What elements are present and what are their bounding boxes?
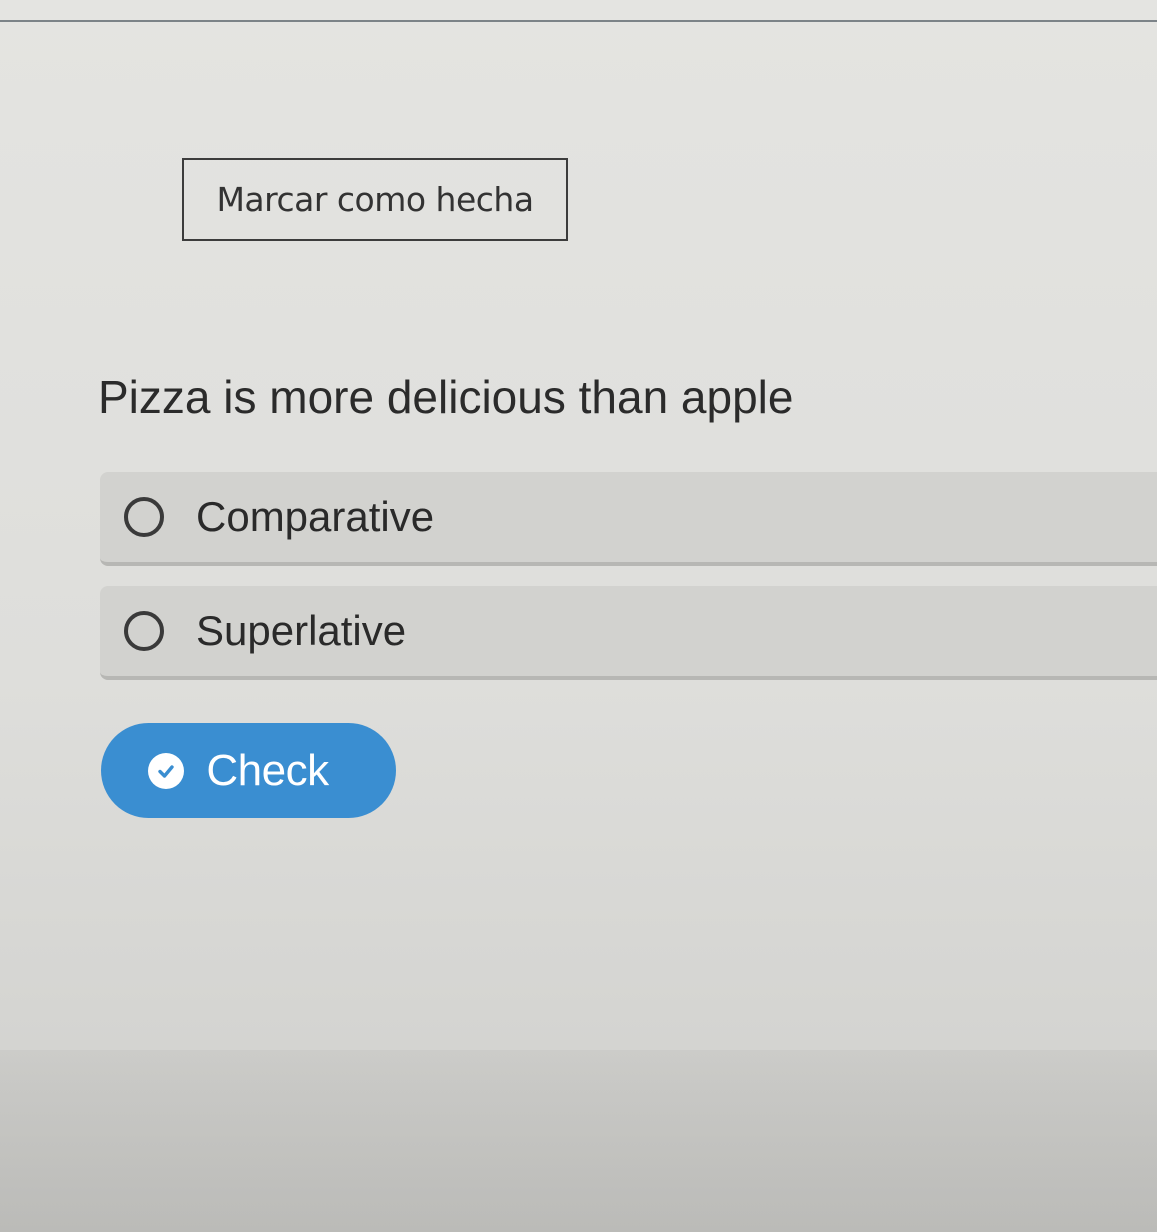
option-label: Comparative bbox=[196, 493, 435, 540]
option-superlative[interactable]: Superlative bbox=[100, 586, 1157, 680]
check-button-label: Check bbox=[206, 745, 329, 795]
option-comparative[interactable]: Comparative bbox=[100, 472, 1157, 566]
question-text: Pizza is more delicious than apple bbox=[98, 371, 794, 423]
check-button[interactable]: Check bbox=[101, 723, 396, 818]
radio-button[interactable] bbox=[124, 497, 164, 537]
option-label: Superlative bbox=[196, 607, 407, 654]
mark-as-done-button[interactable]: Marcar como hecha bbox=[182, 158, 568, 241]
radio-button[interactable] bbox=[124, 611, 164, 651]
page-footer-area bbox=[0, 1050, 1157, 1232]
top-divider bbox=[0, 20, 1157, 22]
check-circle-icon bbox=[148, 752, 185, 789]
